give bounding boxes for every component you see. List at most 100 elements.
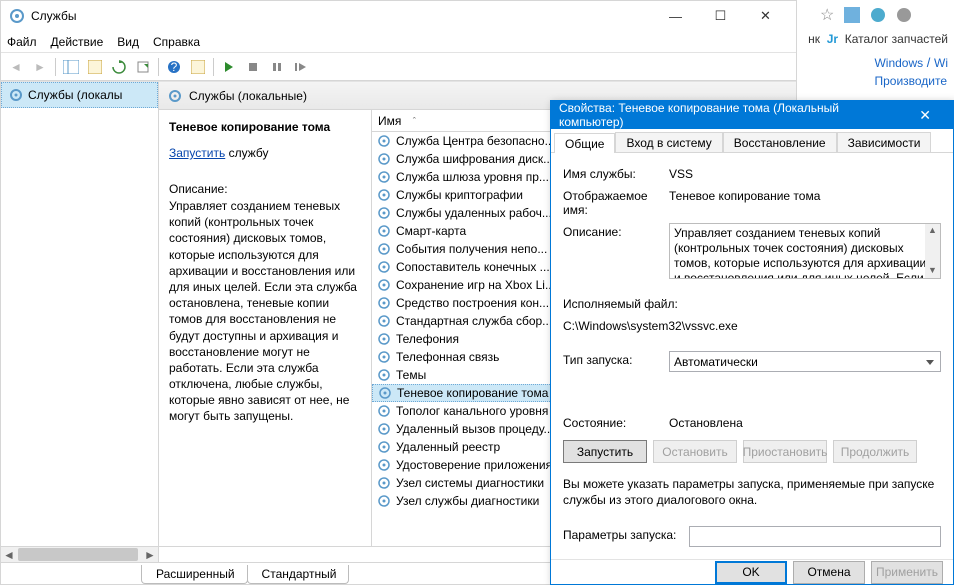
gear-icon [376, 259, 392, 275]
params-input[interactable] [689, 526, 941, 547]
resume-service-button: Продолжить [833, 440, 917, 463]
gear-icon [376, 205, 392, 221]
gear-icon [376, 187, 392, 203]
scroll-down-arrow[interactable]: ▼ [925, 264, 940, 278]
scroll-track[interactable] [17, 547, 142, 562]
scroll-left-arrow[interactable]: ◄ [1, 547, 17, 562]
start-service-link[interactable]: Запустить [169, 146, 225, 160]
params-label: Параметры запуска: [563, 526, 683, 542]
service-name: Служба Центра безопасно... [396, 134, 552, 148]
tree-pane: Службы (локалы [1, 82, 159, 546]
menu-help[interactable]: Справка [153, 35, 200, 49]
close-icon[interactable]: ✕ [905, 101, 945, 129]
maximize-button[interactable]: ☐ [698, 2, 743, 30]
description-column: Теневое копирование тома Запустить служб… [159, 110, 372, 546]
pause-btn [266, 56, 288, 78]
start-service-button[interactable]: Запустить [563, 440, 647, 463]
stop-service-button: Остановить [653, 440, 737, 463]
tab-standard[interactable]: Стандартный [247, 565, 350, 584]
startup-select[interactable]: Автоматически [669, 351, 941, 372]
service-name: Удаленный реестр [396, 440, 500, 454]
menu-file[interactable]: Файл [7, 35, 37, 49]
browser-nav: нк Jr Каталог запчастей [808, 32, 948, 46]
service-name: Телефонная связь [396, 350, 499, 364]
service-name: Служба шифрования диск... [396, 152, 552, 166]
breadcrumb-link-windows[interactable]: Windows [874, 56, 923, 70]
service-name: Стандартная служба сбор... [396, 314, 552, 328]
scroll-up-arrow[interactable]: ▲ [925, 224, 940, 238]
export-btn[interactable] [132, 56, 154, 78]
hscroll-left[interactable]: ◄ ► [1, 547, 159, 562]
exe-label: Исполняемый файл: [563, 295, 678, 311]
star-icon[interactable]: ☆ [820, 5, 834, 25]
tree-node-label: Службы (локалы [28, 88, 122, 102]
state-value: Остановлена [669, 414, 941, 430]
service-name: Сопоставитель конечных ... [396, 260, 550, 274]
breadcrumb-link-wi[interactable]: Wi [934, 56, 948, 70]
description-text: Управляет созданием теневых копий (контр… [169, 198, 361, 425]
gear-icon [376, 151, 392, 167]
dialog-title: Свойства: Теневое копирование тома (Лока… [559, 101, 905, 129]
ext-icon-1[interactable] [844, 7, 860, 23]
gear-icon [376, 223, 392, 239]
desc-textbox[interactable]: Управляет созданием теневых копий (контр… [669, 223, 941, 279]
jr-icon[interactable]: Jr [827, 32, 838, 46]
menu-view[interactable]: Вид [117, 35, 139, 49]
props-btn[interactable] [84, 56, 106, 78]
description-label: Описание: [169, 182, 361, 196]
scroll-right-arrow[interactable]: ► [142, 547, 158, 562]
refresh-btn[interactable] [108, 56, 130, 78]
dialog-tabs: Общие Вход в систему Восстановление Зави… [551, 129, 953, 153]
cancel-button[interactable]: Отмена [793, 561, 865, 584]
service-name: Службы удаленных рабоч... [396, 206, 552, 220]
gear-icon [376, 133, 392, 149]
panes-btn[interactable] [60, 56, 82, 78]
gear-icon [377, 385, 393, 401]
tab-general[interactable]: Общие [554, 133, 615, 153]
service-name: Средство построения кон... [396, 296, 549, 310]
gear-icon [376, 313, 392, 329]
browser-toolbar: ☆ [814, 0, 954, 30]
gear-icon [376, 241, 392, 257]
service-name: Сохранение игр на Xbox Li... [396, 278, 552, 292]
tab-dependencies[interactable]: Зависимости [837, 132, 932, 152]
service-name: Смарт-карта [396, 224, 466, 238]
gear-icon [376, 475, 392, 491]
tab-recovery[interactable]: Восстановление [723, 132, 837, 152]
ext-icon-2[interactable] [870, 7, 886, 23]
exe-value: C:\Windows\system32\vssvc.exe [563, 317, 941, 333]
gear-icon [376, 277, 392, 293]
ok-button[interactable]: OK [715, 561, 787, 584]
scroll-thumb[interactable] [18, 548, 138, 561]
help-text: Вы можете указать параметры запуска, при… [563, 477, 941, 508]
service-name-label: Имя службы: [563, 165, 663, 181]
stop-btn [242, 56, 264, 78]
close-button[interactable]: ✕ [743, 2, 788, 30]
col-header-name[interactable]: Имя ˆ [372, 110, 552, 131]
help-btn[interactable]: ? [163, 56, 185, 78]
help2-btn[interactable] [187, 56, 209, 78]
tab-extended[interactable]: Расширенный [141, 565, 248, 584]
service-name: Удостоверение приложения [396, 458, 552, 472]
service-name: Тополог канального уровня [396, 404, 548, 418]
service-name: Службы криптографии [396, 188, 523, 202]
startup-label: Тип запуска: [563, 351, 663, 367]
minimize-button[interactable]: — [653, 2, 698, 30]
fwd-btn: ► [29, 56, 51, 78]
service-name: Узел системы диагностики [396, 476, 544, 490]
tab-logon[interactable]: Вход в систему [615, 132, 722, 152]
selected-service-name: Теневое копирование тома [169, 120, 361, 134]
menu-action[interactable]: Действие [51, 35, 104, 49]
gear-icon [376, 457, 392, 473]
service-name: Удаленный вызов процеду... [396, 422, 552, 436]
menubar: Файл Действие Вид Справка [1, 31, 796, 53]
titlebar: Службы — ☐ ✕ [1, 1, 796, 31]
service-name: События получения непо... [396, 242, 547, 256]
start-btn[interactable] [218, 56, 240, 78]
gear-icon [8, 87, 24, 103]
browser-breadcrumb: Windows / Wi Производите [874, 55, 948, 88]
tree-node-services[interactable]: Службы (локалы [1, 82, 158, 108]
gear-icon [376, 439, 392, 455]
ext-icon-3[interactable] [896, 7, 912, 23]
gear-icon [376, 421, 392, 437]
